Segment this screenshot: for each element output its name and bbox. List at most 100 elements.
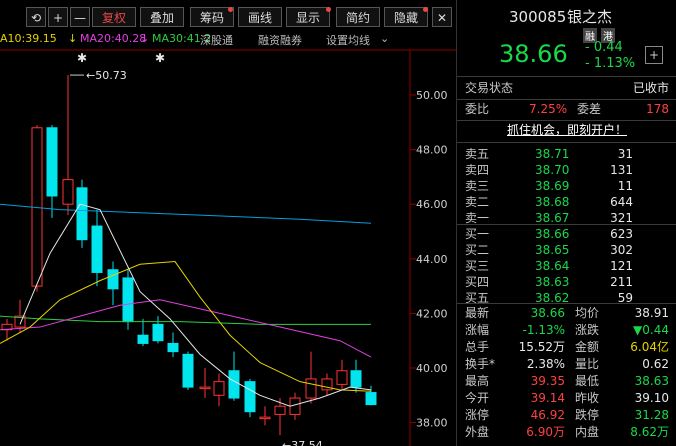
- bid-row[interactable]: 买二 38.65 302: [457, 242, 676, 259]
- stat-row: 总手 15.52万 金额 6.04亿: [457, 339, 676, 356]
- stat-value: 46.92: [530, 408, 565, 422]
- bid-volume: 302: [610, 243, 633, 257]
- bid-row[interactable]: 买四 38.63 211: [457, 274, 676, 291]
- y-tick-label: 50.00: [416, 89, 448, 102]
- stat-row: 最新 38.66 均价 38.91: [457, 305, 676, 322]
- stat-value: 39.14: [530, 391, 565, 405]
- candle-body: [244, 381, 256, 413]
- bid-price: 38.66: [535, 227, 570, 241]
- order-diff-label: 委差: [577, 102, 602, 116]
- candle-body: [107, 269, 119, 290]
- bid-volume: 121: [610, 259, 633, 273]
- stat-value: 38.66: [530, 306, 565, 320]
- open-account-link[interactable]: 抓住机会，即刻开户！: [457, 122, 676, 139]
- price-change: - 0.44: [585, 40, 623, 55]
- order-ratio-label: 委比: [465, 102, 490, 116]
- stat-label: 最低: [575, 374, 600, 388]
- ask-price: 38.70: [535, 163, 570, 177]
- ask-level-label: 卖五: [465, 147, 490, 161]
- stat-label: 换手*: [465, 357, 496, 371]
- kline-svg: 50.00 48.00 46.00 44.00 42.00 40.00 38.00 ←50.7…: [0, 49, 456, 446]
- bid-level-label: 买三: [465, 259, 490, 273]
- ask-volume: 131: [610, 163, 633, 177]
- bid-row[interactable]: 买一 38.66 623: [457, 226, 676, 243]
- stat-row: 今开 39.14 昨收 39.10: [457, 390, 676, 407]
- stat-value: 2.38%: [526, 357, 565, 371]
- trade-status-row: 交易状态 已收市: [457, 80, 676, 97]
- divider: [457, 224, 676, 225]
- ma5-line: [19, 203, 372, 407]
- candle-body: [137, 334, 149, 344]
- stat-value: ▼0.44: [633, 323, 669, 337]
- candle-body: [199, 386, 211, 390]
- high-price-label: ←50.73: [86, 69, 127, 82]
- bid-row[interactable]: 买三 38.64 121: [457, 258, 676, 275]
- ma60-line: [0, 203, 372, 224]
- candle-body: [62, 179, 74, 205]
- event-star-icon: ✱: [155, 51, 165, 65]
- candle-body: [167, 342, 179, 353]
- stat-label: 今开: [465, 391, 490, 405]
- stat-label: 昨收: [575, 391, 600, 405]
- last-price: 38.66: [499, 40, 568, 68]
- ask-volume: 31: [617, 147, 633, 161]
- order-ratio-value: 7.25%: [529, 102, 568, 116]
- candle-body: [213, 381, 225, 396]
- ask-price: 38.69: [535, 179, 570, 193]
- bid-price: 38.64: [535, 259, 570, 273]
- bid-level-label: 买一: [465, 227, 490, 241]
- stat-value: 39.10: [634, 391, 669, 405]
- divider: [457, 142, 676, 143]
- stat-value: 38.91: [634, 306, 669, 320]
- bid-level-label: 买二: [465, 243, 490, 257]
- ask-level-label: 卖四: [465, 163, 490, 177]
- stat-label: 量比: [575, 357, 600, 371]
- ask-row[interactable]: 卖二 38.68 644: [457, 194, 676, 211]
- stat-label: 最高: [465, 374, 490, 388]
- candle-body: [365, 392, 377, 406]
- stat-value: 38.63: [634, 374, 669, 388]
- candle-body: [274, 405, 286, 415]
- bid-level-label: 买四: [465, 275, 490, 289]
- bid-price: 38.63: [535, 275, 570, 289]
- stock-name: 银之杰: [567, 8, 613, 26]
- stat-value: 39.35: [530, 374, 565, 388]
- low-price-label: ←37.54: [282, 439, 323, 446]
- ask-level-label: 卖三: [465, 179, 490, 193]
- ma20-line: [0, 299, 372, 358]
- candle-body: [122, 277, 134, 323]
- stat-value: 8.62万: [630, 425, 669, 439]
- trade-status-label: 交易状态: [465, 81, 514, 95]
- stat-value: 0.62: [642, 357, 669, 371]
- divider: [457, 120, 676, 121]
- candle-body: [46, 127, 58, 197]
- order-diff-value: 178: [646, 102, 669, 116]
- divider: [457, 99, 676, 100]
- ask-row[interactable]: 卖三 38.69 11: [457, 178, 676, 195]
- y-tick-label: 38.00: [416, 417, 448, 430]
- event-star-icon: ✱: [77, 51, 87, 65]
- candle-body: [259, 416, 271, 420]
- ask-level-label: 卖二: [465, 195, 490, 209]
- add-watchlist-icon[interactable]: +: [645, 46, 663, 64]
- stat-label: 涨跌: [575, 323, 600, 337]
- bid-price: 38.65: [535, 243, 570, 257]
- stock-header: 300085 银之杰: [457, 6, 676, 28]
- ask-row[interactable]: 卖四 38.70 131: [457, 162, 676, 179]
- y-tick-label: 48.00: [416, 144, 448, 157]
- stat-label: 均价: [575, 306, 600, 320]
- stat-row: 换手* 2.38% 量比 0.62: [457, 356, 676, 373]
- ask-row[interactable]: 卖五 38.71 31: [457, 146, 676, 163]
- candle-body: [182, 353, 194, 388]
- stat-label: 内盘: [575, 425, 600, 439]
- kline-chart-pane[interactable]: ⟲ + — 复权 叠加 筹码 画线 显示 简约 隐藏 ✕ A10:39.15 ↓…: [0, 0, 456, 446]
- stat-label: 最新: [465, 306, 490, 320]
- stat-value: 15.52万: [518, 340, 565, 354]
- stat-row: 涨停 46.92 跌停 31.28: [457, 407, 676, 424]
- y-tick-label: 44.00: [416, 253, 448, 266]
- stat-value: 6.90万: [526, 425, 565, 439]
- stat-row: 涨幅 -1.13% 涨跌 ▼0.44: [457, 322, 676, 339]
- candle-body: [152, 323, 164, 342]
- stat-label: 金额: [575, 340, 600, 354]
- stat-label: 涨幅: [465, 323, 490, 337]
